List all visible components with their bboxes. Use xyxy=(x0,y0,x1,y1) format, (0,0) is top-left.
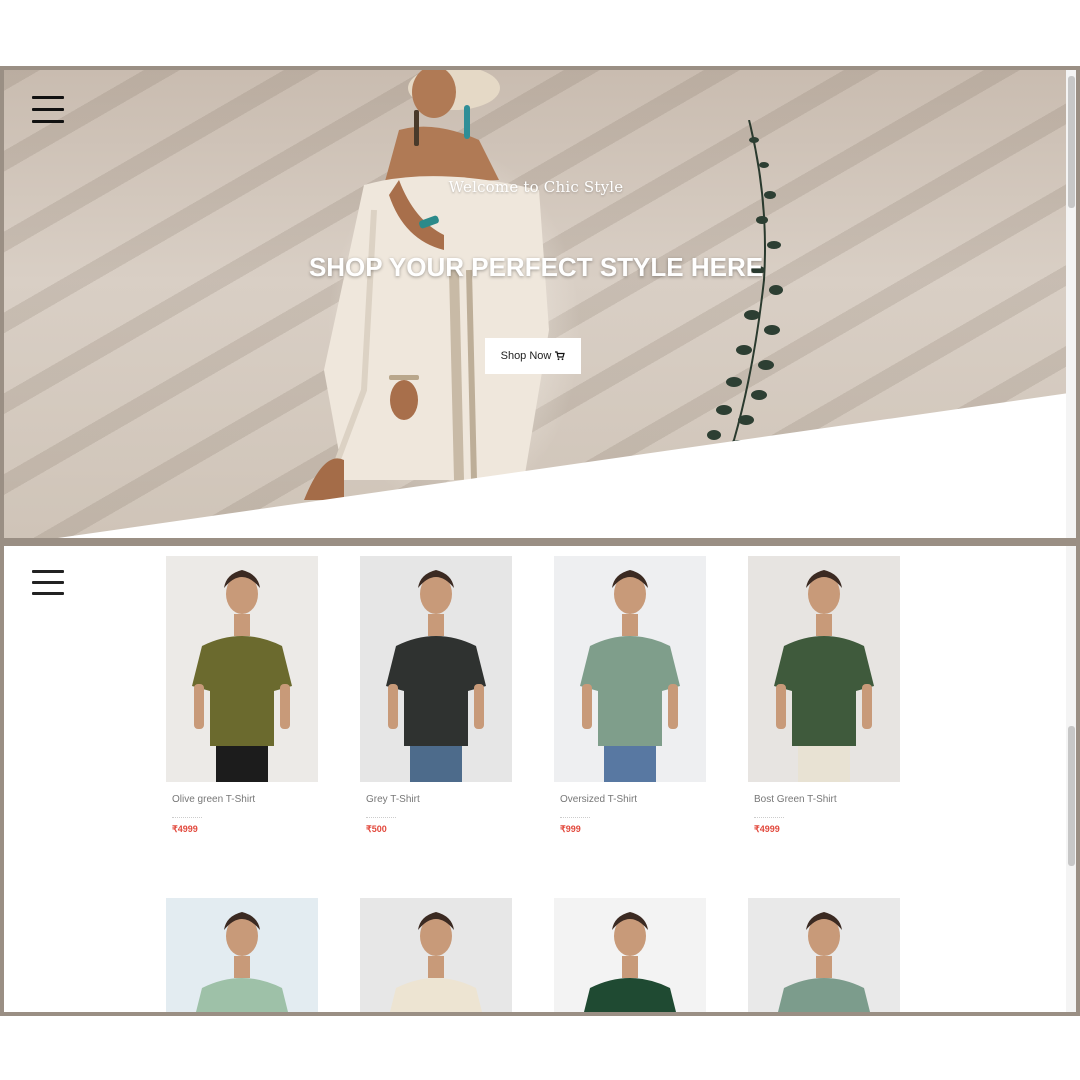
hero-scrollbar-thumb[interactable] xyxy=(1068,76,1075,208)
product-price: ₹999 xyxy=(560,824,581,834)
product-price: ₹500 xyxy=(366,824,387,834)
product-card[interactable] xyxy=(554,898,706,1012)
product-card[interactable] xyxy=(166,898,318,1012)
product-image[interactable] xyxy=(166,898,318,1012)
hero-title: SHOP YOUR PERFECT STYLE HERE xyxy=(308,252,764,282)
hamburger-menu-icon[interactable] xyxy=(32,96,66,124)
shop-screen: Olive green T-Shirt ₹4999 Grey T-Shirt ₹50… xyxy=(0,540,1080,1016)
product-card[interactable]: Grey T-Shirt ₹500 xyxy=(360,556,512,835)
product-image[interactable] xyxy=(554,898,706,1012)
product-image[interactable] xyxy=(360,556,512,782)
hero-diagonal-divider xyxy=(57,392,1076,538)
product-image[interactable] xyxy=(748,556,900,782)
product-card[interactable]: Bost Green T-Shirt ₹4999 xyxy=(748,556,900,835)
product-divider xyxy=(366,812,396,818)
product-divider xyxy=(560,812,590,818)
product-price: ₹4999 xyxy=(754,824,780,834)
product-image[interactable] xyxy=(166,556,318,782)
product-card[interactable] xyxy=(748,898,900,1012)
product-name[interactable]: Grey T-Shirt xyxy=(360,794,512,808)
product-divider xyxy=(754,812,784,818)
product-price: ₹4999 xyxy=(172,824,198,834)
product-name[interactable]: Bost Green T-Shirt xyxy=(748,794,900,808)
product-name[interactable]: Oversized T-Shirt xyxy=(554,794,706,808)
product-image[interactable] xyxy=(748,898,900,1012)
shop-scrollbar[interactable] xyxy=(1066,546,1076,1012)
product-image[interactable] xyxy=(360,898,512,1012)
product-card[interactable]: Oversized T-Shirt ₹999 xyxy=(554,556,706,835)
product-divider xyxy=(172,812,202,818)
shop-now-label: Shop Now xyxy=(500,350,552,362)
hero-welcome-text: Welcome to Chic Style xyxy=(448,178,624,196)
cart-icon xyxy=(555,351,566,361)
product-card[interactable] xyxy=(360,898,512,1012)
product-card[interactable]: Olive green T-Shirt ₹4999 xyxy=(166,556,318,835)
hamburger-menu-icon[interactable] xyxy=(32,568,66,602)
hero-scrollbar[interactable] xyxy=(1066,70,1076,538)
product-name[interactable]: Olive green T-Shirt xyxy=(166,794,318,808)
hero-screen: Welcome to Chic Style SHOP YOUR PERFECT … xyxy=(0,66,1080,542)
shop-scrollbar-thumb[interactable] xyxy=(1068,726,1075,866)
shop-now-button[interactable]: Shop Now xyxy=(485,338,581,374)
product-image[interactable] xyxy=(554,556,706,782)
